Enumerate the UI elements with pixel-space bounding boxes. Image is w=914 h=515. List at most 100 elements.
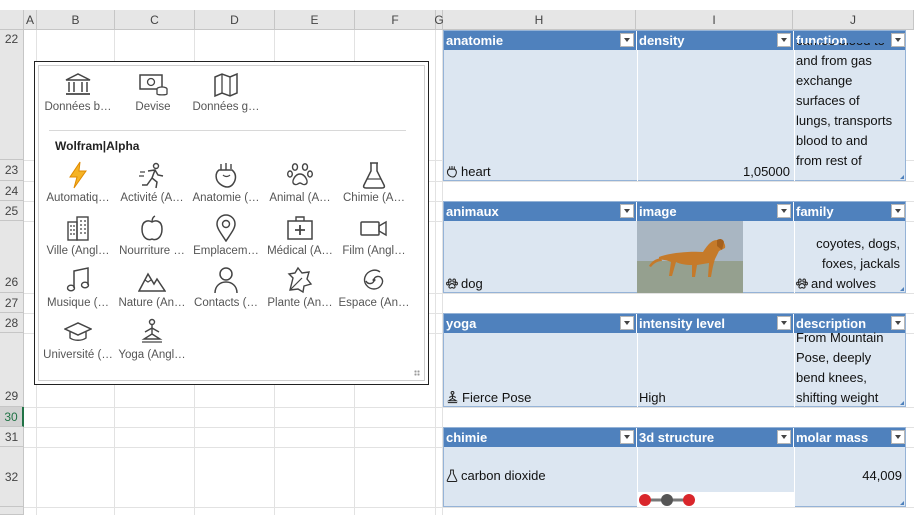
gallery-item-plant[interactable]: Plante (An… [263, 266, 337, 318]
gallery-item-yoga[interactable]: Yoga (Angl… [115, 318, 189, 370]
gallery-item-animal[interactable]: Animal (A… [263, 161, 337, 213]
resize-grip[interactable] [414, 370, 420, 376]
gallery-item-anatomy[interactable]: Anatomie (… [189, 161, 263, 213]
row-header-24[interactable]: 24 [0, 181, 24, 201]
filter-dropdown-button[interactable] [891, 430, 905, 444]
filter-dropdown-button[interactable] [891, 204, 905, 218]
entity-name: dog [461, 276, 483, 291]
row-number: 22 [4, 32, 19, 46]
bank-icon [65, 73, 91, 95]
gallery-item-label: Animal (A… [269, 192, 331, 204]
text-line: surfaces of [796, 93, 860, 108]
cell-intensity-level[interactable]: High [639, 388, 666, 408]
cell-entity[interactable]: heart [446, 162, 491, 182]
gallery-item-chemistry[interactable]: Chimie (A… [337, 161, 411, 213]
col-header-j[interactable]: J [793, 10, 914, 30]
gallery-item-medical[interactable]: Médical (A… [263, 214, 337, 266]
filter-dropdown-button[interactable] [777, 430, 791, 444]
row-header-26[interactable]: 26 [0, 221, 24, 293]
gallery-item-nature[interactable]: Nature (An… [115, 266, 189, 318]
text-line: From Mountain [796, 330, 884, 345]
gallery-item-music[interactable]: Musique (… [41, 266, 115, 318]
table-resize-handle[interactable] [900, 401, 904, 405]
col-header-h[interactable]: H [443, 10, 636, 30]
table-resize-handle[interactable] [900, 501, 904, 505]
col-header-d[interactable]: D [195, 10, 275, 30]
text-line: coyotes, dogs, [816, 236, 900, 251]
header-family: family [794, 202, 907, 221]
text-line: carries blood to [796, 43, 906, 51]
gallery-item-location[interactable]: Emplacem… [189, 214, 263, 266]
gallery-item-label: Chimie (A… [343, 192, 405, 204]
dog-image[interactable] [637, 221, 743, 293]
gallery-item-label: Yoga (Angl… [118, 349, 186, 361]
entity-name: carbon dioxide [461, 468, 546, 483]
gallery-item-stocks[interactable]: Données b… [41, 72, 115, 124]
co2-molecule [639, 494, 695, 506]
select-all-corner[interactable] [0, 10, 24, 30]
row-header-29[interactable]: 29 [0, 333, 24, 407]
cell-entity[interactable]: carbon dioxide [446, 466, 546, 486]
col-header-b[interactable]: B [37, 10, 115, 30]
text-line: from rest of [796, 153, 862, 168]
col-header-c[interactable]: C [115, 10, 195, 30]
gallery-item-food[interactable]: Nourriture … [115, 214, 189, 266]
col-header-a[interactable]: A [24, 10, 37, 30]
gallery-item-activity[interactable]: Activité (A… [115, 161, 189, 213]
row-header-22[interactable]: 22 [0, 30, 24, 160]
gallery-item-city[interactable]: Ville (Angl… [41, 214, 115, 266]
column-divider [794, 221, 795, 293]
row-header-32[interactable]: 32 [0, 447, 24, 507]
cell-entity[interactable]: dog [446, 274, 483, 294]
location-pin-icon [216, 214, 236, 242]
row-number: 26 [4, 275, 19, 289]
filter-dropdown-button[interactable] [777, 204, 791, 218]
gallery-item-contacts[interactable]: Contacts (… [189, 266, 263, 318]
filter-dropdown-button[interactable] [777, 316, 791, 330]
filter-dropdown-button[interactable] [620, 204, 634, 218]
cell-density[interactable]: 1,05000 [640, 162, 790, 182]
table-animaux: animaux image family dog coyotes, dogs, … [443, 201, 906, 293]
row-header-31[interactable]: 31 [0, 427, 24, 447]
row-header-30[interactable]: 30 [0, 407, 24, 427]
col-header-e[interactable]: E [275, 10, 355, 30]
lightning-icon [69, 161, 87, 189]
row-header-23[interactable]: 23 [0, 160, 24, 181]
music-note-icon [66, 267, 90, 292]
filter-dropdown-button[interactable] [620, 430, 634, 444]
gallery-item-automatic[interactable]: Automatiq… [41, 161, 115, 213]
gallery-item-currency[interactable]: Devise [116, 72, 190, 124]
gallery-item-movie[interactable]: Film (Angl… [337, 214, 411, 266]
gallery-item-label: Devise [135, 101, 171, 113]
table-resize-handle[interactable] [900, 287, 904, 291]
cell-function[interactable]: carries blood to and from gas exchange s… [796, 43, 906, 181]
cell-molar-mass[interactable]: 44,009 [796, 466, 902, 486]
gallery-item-university[interactable]: Université (… [41, 318, 115, 370]
col-header-g[interactable]: G [434, 10, 444, 30]
text-line: and from gas [796, 53, 872, 68]
col-header-f[interactable]: F [355, 10, 436, 30]
molecule-image[interactable] [637, 492, 794, 507]
filter-dropdown-button[interactable] [777, 33, 791, 47]
row-header-25[interactable]: 25 [0, 201, 24, 221]
gallery-item-label: Espace (An… [338, 297, 410, 309]
gallery-item-label: Médical (A… [267, 245, 333, 257]
gallery-item-space[interactable]: Espace (An… [337, 266, 411, 318]
paw-icon [287, 163, 314, 186]
cell-entity[interactable]: Fierce Pose [446, 388, 531, 408]
table-resize-handle[interactable] [900, 175, 904, 179]
row-header-28[interactable]: 28 [0, 313, 24, 333]
filter-dropdown-button[interactable] [620, 33, 634, 47]
cell-family[interactable]: coyotes, dogs, foxes, jackals [796, 234, 900, 274]
row-header-33[interactable] [0, 507, 24, 515]
header-intensity-level: intensity level [637, 314, 794, 333]
header-yoga: yoga [444, 314, 637, 333]
gallery-item-label: Film (Angl… [342, 245, 406, 257]
col-header-i[interactable]: I [636, 10, 793, 30]
cell-description[interactable]: From Mountain Pose, deeply bend knees, s… [796, 328, 906, 408]
cell-family-last[interactable]: and wolves [796, 274, 876, 294]
gallery-item-geography[interactable]: Données g… [189, 72, 263, 124]
header-label: density [639, 33, 685, 48]
filter-dropdown-button[interactable] [620, 316, 634, 330]
row-header-27[interactable]: 27 [0, 293, 24, 313]
